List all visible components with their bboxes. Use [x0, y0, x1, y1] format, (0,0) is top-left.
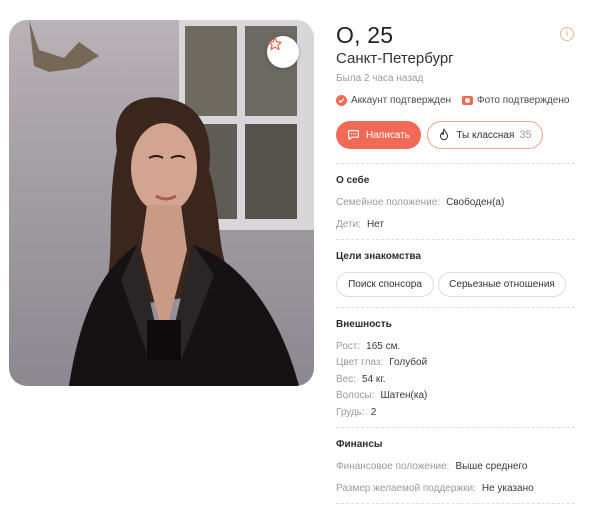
appearance-row-value: Шатен(ка): [380, 390, 428, 401]
divider: [336, 503, 575, 504]
goals-section-title: Цели знакомства: [336, 251, 421, 262]
compliment-button[interactable]: Ты классная 35: [427, 121, 543, 149]
profile-photo[interactable]: [9, 20, 314, 386]
about-row: Семейное положение: Свободен(а): [336, 197, 504, 208]
about-row: Дети: Нет: [336, 219, 384, 230]
star-outline-icon: [268, 37, 282, 51]
appearance-row: Волосы: Шатен(ка): [336, 390, 427, 401]
divider: [336, 307, 575, 308]
camera-icon: [462, 96, 473, 105]
profile-city: Санкт-Петербург: [336, 50, 454, 67]
appearance-row: Цвет глаз: Голубой: [336, 357, 427, 368]
finance-row: Размер желаемой поддержки: Не указано: [336, 483, 534, 494]
write-message-label: Написать: [366, 129, 410, 141]
appearance-row-value: 54 кг.: [362, 374, 386, 385]
favorite-button[interactable]: [267, 36, 299, 68]
check-badge-icon: [336, 95, 347, 106]
appearance-row-key: Рост:: [336, 341, 361, 352]
finance-row-key: Размер желаемой поддержки:: [336, 483, 476, 494]
appearance-row: Вес: 54 кг.: [336, 374, 386, 385]
appearance-row-value: 165 см.: [366, 341, 401, 352]
about-row-value: Нет: [366, 219, 384, 230]
write-message-button[interactable]: Написать: [336, 121, 421, 149]
appearance-row-key: Грудь:: [336, 407, 365, 418]
finance-row-value: Не указано: [481, 483, 534, 494]
goal-chip-serious[interactable]: Серьезные отношения: [438, 272, 566, 297]
finance-row-key: Финансовое положение:: [336, 461, 450, 472]
appearance-row: Грудь: 2: [336, 407, 376, 418]
last-seen-status: Была 2 часа назад: [336, 73, 424, 84]
photo-illustration: [29, 20, 314, 386]
finance-row: Финансовое положение: Выше среднего: [336, 461, 527, 472]
flame-icon: [440, 128, 449, 141]
appearance-row-value: 2: [370, 407, 377, 418]
appearance-row-key: Цвет глаз:: [336, 357, 384, 368]
divider: [336, 239, 575, 240]
finance-row-value: Выше среднего: [455, 461, 528, 472]
divider: [336, 427, 575, 428]
compliment-label: Ты классная: [456, 129, 515, 141]
photo-verified-label: Фото подтверждено: [477, 95, 570, 106]
photo-verified-badge: Фото подтверждено: [462, 95, 569, 106]
chat-bubble-icon: [348, 130, 360, 140]
profile-name-age: О, 25: [336, 22, 394, 48]
compliment-count: 35: [519, 129, 532, 141]
about-row-key: Дети:: [336, 219, 361, 230]
goal-chip-sponsor[interactable]: Поиск спонсора: [336, 272, 434, 297]
account-verified-label: Аккаунт подтвержден: [351, 95, 452, 106]
appearance-section-title: Внешность: [336, 319, 392, 330]
appearance-row-value: Голубой: [389, 357, 428, 368]
appearance-row: Рост: 165 см.: [336, 341, 400, 352]
about-row-value: Свободен(а): [446, 197, 505, 208]
about-row-key: Семейное положение:: [336, 197, 441, 208]
appearance-row-key: Вес:: [336, 374, 357, 385]
finance-section-title: Финансы: [336, 439, 383, 450]
about-section-title: О себе: [336, 175, 370, 186]
account-verified-badge: Аккаунт подтвержден: [336, 95, 451, 106]
info-circle-icon[interactable]: i: [560, 27, 574, 41]
appearance-row-key: Волосы:: [336, 390, 375, 401]
divider: [336, 163, 575, 164]
